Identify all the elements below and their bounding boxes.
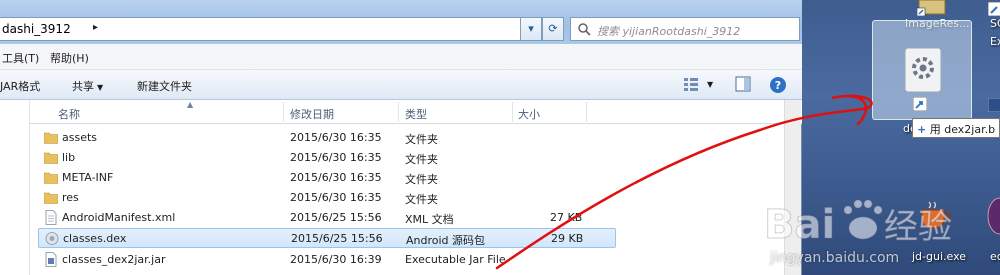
file-date: 2015/6/25 15:56 (290, 211, 382, 224)
column-header: ▲ 名称 修改日期 类型 大小 (30, 100, 802, 124)
file-size: 27 KB (550, 211, 583, 224)
list-item-selected[interactable]: classes.dex 2015/6/25 15:56 Android 源码包 … (38, 228, 616, 248)
jar-file-icon (45, 252, 57, 267)
folder-icon (44, 152, 58, 164)
drag-tooltip-text: 用 dex2jar.b (929, 123, 996, 136)
file-name: classes_dex2jar.jar (62, 253, 166, 266)
folder-icon (44, 192, 58, 204)
file-date: 2015/6/30 16:35 (290, 171, 382, 184)
toolbar: JAR格式 共享 ▼ 新建文件夹 ▼ ? (0, 70, 802, 100)
file-name: lib (62, 151, 76, 164)
file-name: assets (62, 131, 98, 144)
document-icon (45, 210, 57, 225)
sort-ascending-icon: ▲ (187, 100, 194, 109)
jar-format-button[interactable]: JAR格式 (0, 78, 40, 94)
refresh-icon[interactable]: ⟳ (542, 17, 564, 41)
menu-bar: 工具(T) 帮助(H) (0, 44, 802, 70)
list-item[interactable]: assets 2015/6/30 16:35 文件夹 (30, 128, 590, 148)
file-date: 2015/6/30 16:35 (290, 131, 382, 144)
file-type: Android 源码包 (406, 234, 486, 247)
list-item[interactable]: AndroidManifest.xml 2015/6/25 15:56 XML … (30, 208, 590, 228)
file-name: classes.dex (63, 232, 127, 245)
dropdown-arrow-icon[interactable]: ▾ (520, 17, 542, 41)
help-icon[interactable]: ? (769, 76, 787, 94)
list-item[interactable]: res 2015/6/30 16:35 文件夹 (30, 188, 590, 208)
drag-tooltip: + 用 dex2jar.b (912, 118, 1000, 138)
explorer-window: dashi_3912 ▸ ▾ ⟳ 搜索 yijianRootdashi_3912… (0, 0, 802, 275)
new-folder-button[interactable]: 新建文件夹 (137, 78, 192, 94)
navigation-pane[interactable] (0, 100, 30, 275)
file-type: 文件夹 (405, 193, 438, 206)
file-type: 文件夹 (405, 133, 438, 146)
shortcut-arrow-icon (913, 97, 927, 111)
svg-text:?: ? (775, 79, 781, 92)
file-type: Executable Jar File (405, 253, 506, 266)
file-date: 2015/6/30 16:39 (290, 253, 382, 266)
column-divider[interactable] (586, 102, 587, 122)
file-date: 2015/6/30 16:35 (290, 151, 382, 164)
shortcut-icon[interactable] (988, 98, 1000, 112)
column-name[interactable]: 名称 (58, 106, 80, 122)
desktop-icon-label: Ex (990, 35, 1000, 48)
file-date: 2015/6/25 15:56 (291, 232, 383, 245)
file-type: 文件夹 (405, 173, 438, 186)
share-label: 共享 (72, 80, 94, 93)
gear-file-icon (904, 47, 942, 93)
nav-buttons: ▾ ⟳ (520, 17, 564, 41)
search-input[interactable]: 搜索 yijianRootdashi_3912 (570, 17, 800, 41)
dex-file-icon (45, 232, 59, 245)
svg-text:Bai: Bai (764, 202, 835, 248)
file-name: res (62, 191, 79, 204)
column-divider[interactable] (512, 102, 513, 122)
desktop-icon-label: SC (990, 17, 1000, 30)
address-text: dashi_3912 (2, 22, 71, 36)
image-resource-icon[interactable] (917, 0, 947, 16)
folder-icon (44, 132, 58, 144)
menu-help[interactable]: 帮助(H) (50, 50, 89, 66)
column-size[interactable]: 大小 (518, 106, 540, 122)
svg-text:经验: 经验 (884, 207, 952, 247)
file-type: 文件夹 (405, 153, 438, 166)
drag-ghost (872, 20, 972, 120)
search-placeholder: 搜索 yijianRootdashi_3912 (597, 25, 741, 38)
address-bar[interactable]: dashi_3912 ▸ (0, 17, 540, 41)
breadcrumb-arrow-icon[interactable]: ▸ (93, 22, 98, 33)
chevron-down-icon: ▼ (97, 83, 104, 92)
file-size: 29 KB (551, 232, 584, 245)
file-date: 2015/6/30 16:35 (290, 191, 382, 204)
file-name: AndroidManifest.xml (62, 211, 176, 224)
title-bar: dashi_3912 ▸ ▾ ⟳ 搜索 yijianRootdashi_3912 (0, 0, 802, 44)
file-type: XML 文档 (405, 213, 454, 226)
preview-pane-icon[interactable] (735, 76, 751, 92)
list-item[interactable]: META-INF 2015/6/30 16:35 文件夹 (30, 168, 590, 188)
column-modified[interactable]: 修改日期 (290, 106, 334, 122)
view-dropdown-icon[interactable]: ▼ (707, 80, 713, 89)
watermark-url: jingyan.baidu.com (770, 250, 900, 266)
column-divider[interactable] (398, 102, 399, 122)
plus-icon: + (917, 123, 927, 136)
shortcut-icon[interactable] (988, 2, 1000, 16)
list-item[interactable]: classes_dex2jar.jar 2015/6/30 16:39 Exec… (30, 250, 590, 270)
folder-icon (44, 172, 58, 184)
search-icon (578, 23, 591, 36)
baidu-watermark: Bai 经验 jingyan.baidu.com (758, 188, 998, 275)
view-options-icon[interactable] (683, 76, 699, 92)
column-type[interactable]: 类型 (405, 106, 427, 122)
share-button[interactable]: 共享 ▼ (72, 78, 103, 94)
list-item[interactable]: lib 2015/6/30 16:35 文件夹 (30, 148, 590, 168)
file-name: META-INF (62, 171, 114, 184)
column-divider[interactable] (283, 102, 284, 122)
menu-tools[interactable]: 工具(T) (2, 50, 39, 66)
